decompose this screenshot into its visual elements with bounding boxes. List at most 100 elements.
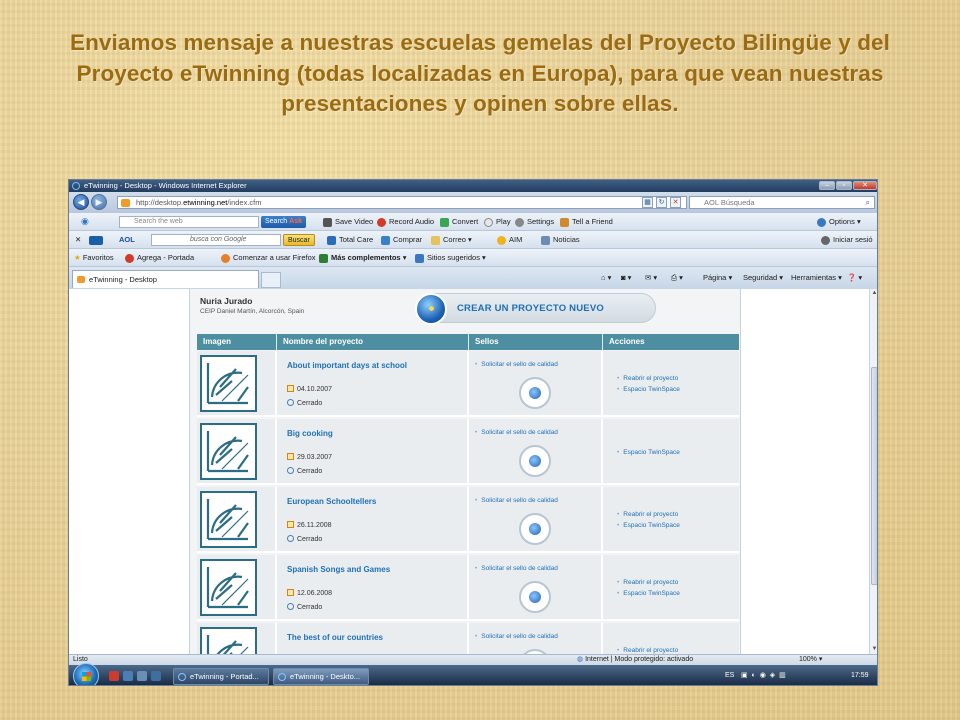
toolbar-item-noticias[interactable]: Noticias: [541, 231, 580, 248]
toolbar-item-save-video[interactable]: Save Video: [323, 213, 373, 230]
ask-search-input[interactable]: Search the web: [119, 216, 259, 228]
reopen-project-link[interactable]: Reabrir el proyecto: [617, 647, 678, 654]
toolbar-item-record-audio[interactable]: Record Audio: [377, 213, 434, 230]
twinspace-link[interactable]: Espacio TwinSpace: [617, 590, 680, 597]
clock[interactable]: 17:59: [851, 665, 869, 685]
quicklaunch-desktop-icon[interactable]: [123, 671, 133, 681]
feeds-icon[interactable]: ◙ ▾: [621, 273, 631, 282]
project-logo-icon[interactable]: [200, 491, 257, 548]
project-logo-icon[interactable]: [200, 559, 257, 616]
tab-etwinning-desktop[interactable]: eTwinning - Desktop: [72, 270, 259, 288]
project-logo-icon[interactable]: [200, 627, 257, 654]
buscar-button[interactable]: Buscar: [283, 234, 315, 246]
aol-label[interactable]: AOL: [119, 231, 135, 248]
request-quality-label-link[interactable]: Solicitar el sello de calidad: [475, 565, 558, 572]
zoom-level[interactable]: 100% ▾: [799, 655, 822, 665]
toolbar-item-settings[interactable]: Settings: [515, 213, 554, 230]
quicklaunch-window-icon[interactable]: [137, 671, 147, 681]
back-button[interactable]: ◀: [73, 194, 89, 210]
scrollbar-thumb[interactable]: [871, 367, 877, 585]
toolbar-item-comprar[interactable]: Comprar: [381, 231, 422, 248]
quality-seal-icon: [519, 581, 551, 613]
create-project-button[interactable]: CREAR UN PROYECTO NUEVO: [415, 293, 656, 325]
fav-item-sitios-sugeridos[interactable]: Sitios sugeridos ▾: [415, 249, 486, 266]
scroll-down-icon[interactable]: ▼: [871, 646, 877, 653]
request-quality-label-link[interactable]: Solicitar el sello de calidad: [475, 497, 558, 504]
header-nombre: Nombre del proyecto: [277, 334, 469, 350]
quicklaunch-switch-icon[interactable]: [151, 671, 161, 681]
taskbar-item-portada[interactable]: eTwinning - Portad...: [173, 668, 269, 685]
tray-icons[interactable]: ▣ ◐ ◉ ◈ ▥: [741, 665, 787, 685]
project-name-link[interactable]: European Schooltellers: [287, 497, 376, 506]
twinspace-link[interactable]: Espacio TwinSpace: [617, 449, 680, 456]
new-tab-button[interactable]: [261, 272, 281, 288]
address-bar[interactable]: http://desktop.etwinning.net/index.cfm: [117, 196, 687, 209]
project-name-link[interactable]: Big cooking: [287, 429, 333, 438]
minimize-button[interactable]: –: [819, 181, 835, 190]
toolbar-item-correo[interactable]: Correo ▾: [431, 231, 472, 248]
scroll-up-icon[interactable]: ▲: [871, 290, 877, 297]
google-search-input[interactable]: busca con Google: [151, 234, 281, 246]
mail-icon[interactable]: ✉ ▾: [645, 273, 657, 282]
user-name: Nuria Jurado: [200, 296, 253, 306]
toolbar-item-convert[interactable]: Convert: [440, 213, 478, 230]
project-status: Cerrado: [287, 399, 322, 407]
reopen-project-link[interactable]: Reabrir el proyecto: [617, 579, 678, 586]
project-date: 04.10.2007: [287, 385, 332, 393]
menu-pagina[interactable]: Página ▾: [703, 273, 732, 282]
menu-herramientas[interactable]: Herramientas ▾: [791, 273, 842, 282]
maximize-button[interactable]: ▫: [836, 181, 852, 190]
project-name-link[interactable]: The best of our countries: [287, 633, 383, 642]
toolbar-login[interactable]: Iniciar sesió: [821, 231, 873, 248]
help-icon[interactable]: ❓ ▾: [847, 273, 862, 282]
reopen-project-link[interactable]: Reabrir el proyecto: [617, 375, 678, 382]
compat-view-icon[interactable]: ▦: [642, 197, 653, 208]
favorites-button[interactable]: ★ Favoritos: [74, 249, 114, 266]
request-quality-label-link[interactable]: Solicitar el sello de calidad: [475, 361, 558, 368]
print-icon[interactable]: ⎙ ▾: [671, 273, 683, 283]
twinspace-link[interactable]: Espacio TwinSpace: [617, 522, 680, 529]
vertical-scrollbar[interactable]: ▲ ▼: [869, 289, 877, 654]
toolbar-item-tell-a-friend[interactable]: Tell a Friend: [560, 213, 613, 230]
refresh-icon[interactable]: ↻: [656, 197, 667, 208]
project-date: 12.06.2008: [287, 589, 332, 597]
security-zone[interactable]: ◍ Internet | Modo protegido: activado: [577, 655, 693, 665]
header-acciones: Acciones: [609, 337, 645, 346]
request-quality-label-link[interactable]: Solicitar el sello de calidad: [475, 429, 558, 436]
toolbar-item-total-care[interactable]: Total Care: [327, 231, 373, 248]
projects-table-header: Imagen Nombre del proyecto Sellos Accion…: [197, 334, 739, 350]
table-row: European Schooltellers 26.11.2008 Cerrad…: [197, 487, 739, 553]
project-name-link[interactable]: Spanish Songs and Games: [287, 565, 390, 574]
toolbar-item-play[interactable]: Play: [484, 213, 511, 230]
fav-item-agrega-portada[interactable]: Agrega - Portada: [125, 249, 194, 266]
ask-logo-icon: ◉: [81, 216, 89, 226]
aol-toolbar: ✕ AOL busca con Google Buscar Total Care…: [69, 230, 877, 248]
request-quality-label-link[interactable]: Solicitar el sello de calidad: [475, 633, 558, 640]
quality-seal-icon: [519, 377, 551, 409]
tab-row: eTwinning - Desktop ⌂ ▾ ◙ ▾ ✉ ▾ ⎙ ▾ Pági…: [69, 266, 877, 289]
search-icon[interactable]: ⌕: [866, 197, 870, 208]
toolbar-options[interactable]: Options ▾: [817, 213, 861, 230]
stop-icon[interactable]: ✕: [670, 197, 681, 208]
forward-button[interactable]: ▶: [91, 194, 107, 210]
ask-search-button[interactable]: Search Ask: [261, 216, 306, 228]
quicklaunch-ask-icon[interactable]: [109, 671, 119, 681]
start-button[interactable]: [73, 663, 99, 685]
taskbar-item-desktop[interactable]: eTwinning - Deskto...: [273, 668, 369, 685]
toolbar-close-icon[interactable]: ✕: [75, 231, 81, 248]
menu-seguridad[interactable]: Seguridad ▾: [743, 273, 783, 282]
close-button[interactable]: ✕: [853, 181, 877, 190]
project-name-link[interactable]: About important days at school: [287, 361, 407, 370]
project-logo-icon[interactable]: [200, 355, 257, 412]
fav-item-mas-complementos[interactable]: Más complementos ▾: [319, 249, 406, 266]
etwinning-globe-icon: [415, 293, 447, 325]
project-logo-icon[interactable]: [200, 423, 257, 480]
reopen-project-link[interactable]: Reabrir el proyecto: [617, 511, 678, 518]
fav-item-firefox[interactable]: Comenzar a usar Firefox: [221, 249, 316, 266]
twinspace-link[interactable]: Espacio TwinSpace: [617, 386, 680, 393]
toolbar-item-aim[interactable]: AIM: [497, 231, 522, 248]
project-status: Cerrado: [287, 535, 322, 543]
search-box[interactable]: AOL Búsqueda ⌕: [689, 196, 875, 209]
home-icon[interactable]: ⌂ ▾: [601, 273, 611, 282]
language-indicator[interactable]: ES: [725, 665, 734, 685]
